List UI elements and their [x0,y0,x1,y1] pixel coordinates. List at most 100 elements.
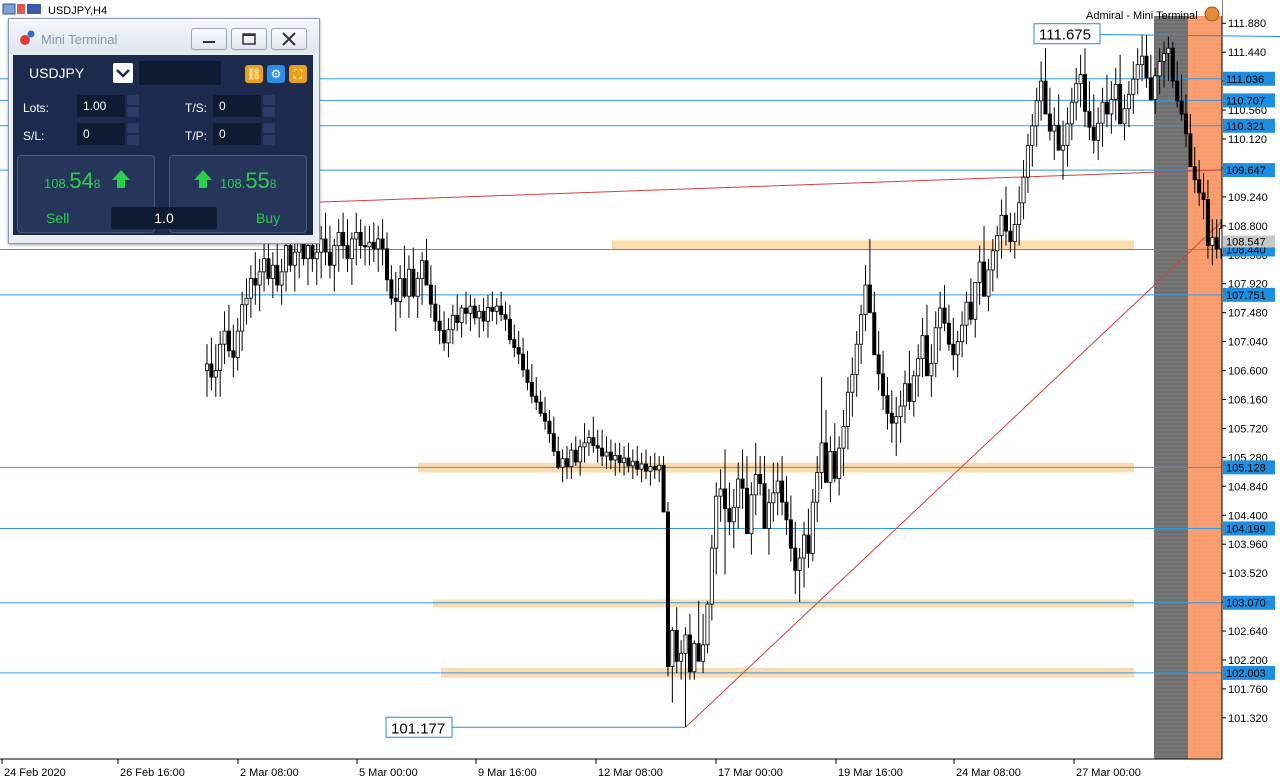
candle-body-bear [538,401,543,414]
candle-body-bull [1061,145,1066,151]
sl-stepper[interactable] [127,123,139,145]
candle-body-bear [380,238,385,250]
y-tick-label: 106.160 [1228,394,1268,406]
candle-body-bear [780,480,785,503]
candle-body-bear [547,420,552,435]
candle-body-bull [753,474,758,496]
candle-body-bull [367,241,372,248]
candle-body-bear [784,501,789,521]
candle-body-bull [894,416,899,424]
candle-body-bear [644,463,649,472]
candle-body-bear [595,445,600,449]
symbol-select[interactable]: USDJPY [17,61,137,85]
level-price-tag: 111.036 [1223,71,1275,86]
mini-terminal-panel: Mini Terminal USDJPY ⛓ ⚙ ⛶ Lots: 1.00 T/… [8,18,320,244]
candle-body-bull [1012,224,1017,243]
candle-body-bear [573,449,578,463]
candle-body-bull [468,305,473,314]
candle-body-bull [235,330,240,358]
candle-body-bull [222,330,227,345]
candle-body-bull [1126,93,1131,110]
candle-body-bull [1074,83,1079,103]
sell-up-arrow-icon [112,170,130,180]
candle-body-bull [1034,100,1039,127]
candle-body-bull [354,232,359,240]
sl-input[interactable]: 0 [77,123,125,145]
ts-stepper[interactable] [263,95,275,117]
candle-body-bear [951,343,956,356]
candle-body-bear [490,306,495,312]
maximize-button[interactable] [231,28,267,50]
candle-body-bull [1140,55,1145,66]
high-annotation: 111.675 [1033,23,1101,45]
expert-advisor-icon[interactable] [1204,6,1220,22]
candle-body-bull [415,278,420,297]
link-icon[interactable]: ⛓ [245,65,263,83]
gear-icon[interactable]: ⚙ [267,65,285,83]
candle-body-bull [604,451,609,457]
candle-body-bear [885,395,890,414]
candle-body-bull [1021,176,1026,204]
candle-body-bear [499,305,504,316]
y-tick-label: 103.520 [1228,568,1268,580]
candle-body-bull [279,271,284,286]
candle-body-bull [630,460,635,467]
dropdown-button[interactable] [113,63,133,83]
candle-body-bull [450,314,455,331]
candle-body-bull [911,375,916,402]
candle-body-bull [1017,202,1022,225]
candle-body-bear [687,634,692,673]
chart-symbol-title: USDJPY,H4 [48,5,107,17]
x-tick-label: 17 Mar 00:00 [718,767,783,779]
candle-body-bull [560,458,565,468]
candle-body-bear [411,268,416,297]
ts-input[interactable]: 0 [213,95,261,117]
lots-stepper[interactable] [127,95,139,117]
candle-body-bull [639,463,644,470]
candle-body-bull [819,442,824,473]
candle-body-bear [327,251,332,266]
lot-display[interactable]: 1.0 [111,207,217,229]
candle-body-bull [920,335,925,360]
candle-body-bull [736,478,741,508]
candle-body-bear [433,303,438,322]
candle-body-bull [999,214,1004,237]
candle-body-bull [709,547,714,605]
candle-body-bull [494,305,499,312]
candle-body-bear [758,474,763,485]
candle[interactable] [1170,41,1175,88]
candle-body-bull [213,370,218,378]
candle-body-bear [982,261,987,297]
tp-stepper[interactable] [263,123,275,145]
candle-body-bull [766,502,771,529]
candle[interactable] [665,502,670,677]
expand-icon[interactable]: ⛶ [289,65,307,83]
candle-body-bull [336,232,341,246]
candle-body-bear [345,245,350,260]
minimize-button[interactable] [191,28,227,50]
level-price-tag: 103.070 [1223,595,1275,610]
current-price-tag: 108.547 [1223,235,1275,248]
candle-body-bull [569,449,574,467]
current-price-label: 108.547 [1226,236,1266,248]
close-button[interactable] [271,28,307,50]
tp-input[interactable]: 0 [213,123,261,145]
candle-body-bear [889,412,894,424]
mini-terminal-titlebar[interactable]: Mini Terminal [9,19,319,53]
candle-body-bear [723,488,728,510]
candle-body-bear [1205,199,1210,246]
candle-body-bear [363,245,368,248]
candle-body-bear [1056,124,1061,151]
candle-body-bear [1047,113,1052,132]
lots-input[interactable]: 1.00 [77,95,125,117]
candle-body-bull [586,437,591,444]
support-zone [612,240,1134,251]
indicator-band-orange [1188,16,1222,759]
candle-body-bear [872,312,877,356]
candle-body-bull [670,629,675,667]
candle-body-bull [929,362,934,377]
candle-body-bear [924,335,929,377]
y-tick-label: 106.600 [1228,366,1268,378]
candle-body-bear [942,307,947,324]
level-price-tag: 104.199 [1223,521,1275,536]
